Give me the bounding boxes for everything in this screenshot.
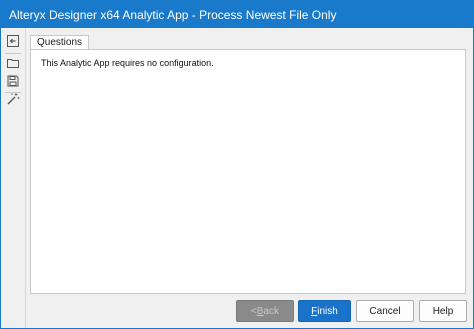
window-title: Alteryx Designer x64 Analytic App - Proc…	[9, 7, 337, 22]
configuration-message: This Analytic App requires no configurat…	[41, 58, 214, 68]
save-disk-icon[interactable]	[4, 72, 22, 90]
tab-strip: Questions	[30, 34, 90, 50]
side-toolbar	[1, 28, 26, 328]
cancel-button[interactable]: Cancel	[356, 300, 414, 322]
questions-panel: This Analytic App requires no configurat…	[30, 49, 466, 294]
magic-wand-icon[interactable]	[4, 90, 22, 108]
folder-open-icon[interactable]	[4, 54, 22, 72]
analytic-app-window: Alteryx Designer x64 Analytic App - Proc…	[0, 0, 474, 329]
help-button[interactable]: Help	[419, 300, 467, 322]
tab-questions[interactable]: Questions	[30, 35, 90, 50]
back-button[interactable]: < Back	[236, 300, 294, 322]
finish-button[interactable]: Finish	[298, 300, 351, 322]
tab-questions-label: Questions	[37, 37, 83, 48]
back-arrow-icon[interactable]	[4, 32, 22, 50]
title-bar: Alteryx Designer x64 Analytic App - Proc…	[1, 1, 473, 28]
